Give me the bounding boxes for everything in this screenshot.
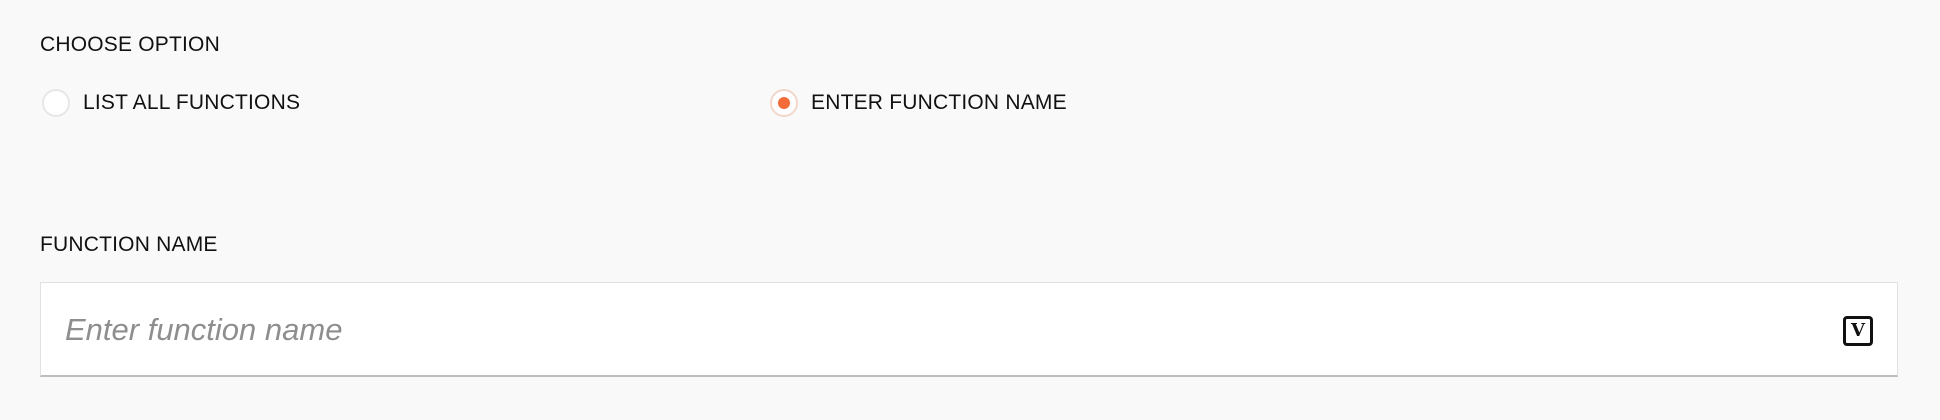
radio-checked-icon[interactable]: [770, 89, 798, 117]
radio-list-all-functions[interactable]: LIST ALL FUNCTIONS: [42, 86, 300, 120]
radio-label-list-all-functions[interactable]: LIST ALL FUNCTIONS: [83, 91, 300, 115]
function-name-label: FUNCTION NAME: [40, 233, 218, 256]
function-name-input[interactable]: [65, 283, 1805, 376]
radio-enter-function-name[interactable]: ENTER FUNCTION NAME: [770, 86, 1067, 120]
radio-unchecked-icon[interactable]: [42, 89, 70, 117]
choose-option-label: CHOOSE OPTION: [40, 33, 220, 56]
option-radio-group: LIST ALL FUNCTIONS ENTER FUNCTION NAME: [42, 86, 1900, 120]
radio-dot-icon: [778, 97, 790, 109]
function-name-field[interactable]: V: [40, 282, 1898, 377]
radio-label-enter-function-name[interactable]: ENTER FUNCTION NAME: [811, 91, 1067, 115]
variable-icon[interactable]: V: [1843, 316, 1873, 346]
